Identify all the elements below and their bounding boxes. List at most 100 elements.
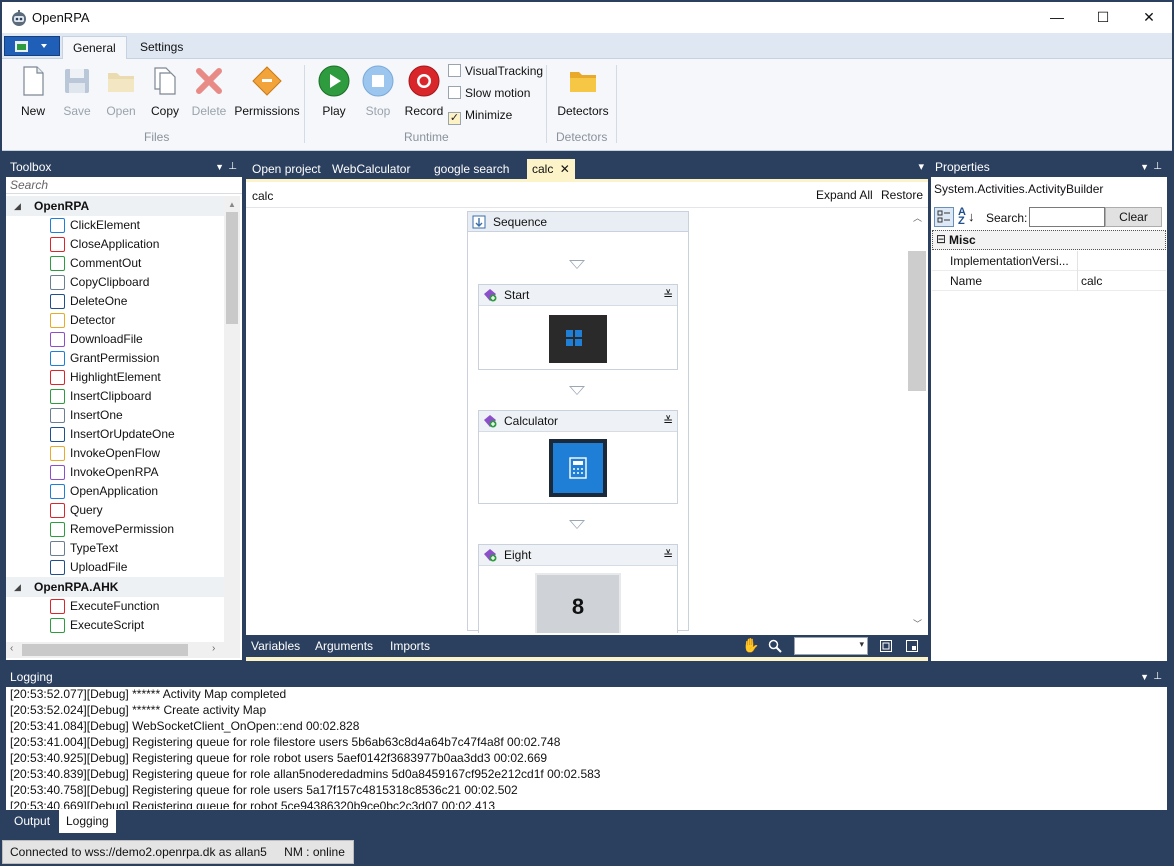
logging-dropdown-icon[interactable]: ▼ <box>1140 667 1149 687</box>
property-row[interactable]: Name calc <box>932 271 1166 291</box>
detectors-button[interactable]: Detectors <box>554 65 612 118</box>
delete-button[interactable]: Delete <box>190 65 228 118</box>
activity-calculator-header[interactable]: Calculator ≚ <box>479 411 677 432</box>
toolbox-group[interactable]: ◢ OpenRPA.AHK <box>6 577 224 597</box>
toolbox-item[interactable]: Detector <box>6 311 224 330</box>
toolbox-hscroll-thumb[interactable] <box>22 644 188 656</box>
toolbox-item[interactable]: UploadFile <box>6 558 224 577</box>
designer-canvas[interactable]: Sequence Start ≚ Calculator ≚ Eight ≚ 8 <box>246 209 908 633</box>
tab-list-dropdown-icon[interactable]: ▾ <box>918 160 924 173</box>
maximize-button[interactable]: ☐ <box>1080 2 1126 33</box>
tab-settings[interactable]: Settings <box>130 36 193 59</box>
expand-triangle-icon[interactable]: ◢ <box>14 196 21 216</box>
property-row[interactable]: ImplementationVersi... <box>932 251 1166 271</box>
activity-eight-header[interactable]: Eight ≚ <box>479 545 677 566</box>
play-button[interactable]: Play <box>316 65 352 118</box>
pan-hand-icon[interactable]: ✋ <box>742 637 759 654</box>
properties-search-input[interactable] <box>1029 207 1105 227</box>
toolbox-item[interactable]: InvokeOpenFlow <box>6 444 224 463</box>
new-button[interactable]: New <box>16 65 50 118</box>
expand-triangle-icon[interactable]: ◢ <box>14 577 21 597</box>
toolbox-dropdown-icon[interactable]: ▼ <box>215 157 224 177</box>
tab-open-project[interactable]: Open project <box>247 159 326 179</box>
toolbox-item[interactable]: GrantPermission <box>6 349 224 368</box>
fit-to-screen-icon[interactable] <box>879 639 893 653</box>
permissions-button[interactable]: Permissions <box>232 65 302 118</box>
activity-calculator[interactable]: Calculator ≚ <box>478 410 678 504</box>
tab-close-icon[interactable]: ✕ <box>560 162 570 176</box>
zoom-magnifier-icon[interactable] <box>768 639 782 653</box>
overview-map-icon[interactable] <box>905 639 919 653</box>
collapse-chevron-icon[interactable]: ≚ <box>663 545 673 566</box>
toolbox-item[interactable]: CloseApplication <box>6 235 224 254</box>
toolbox-item[interactable]: InsertClipboard <box>6 387 224 406</box>
tab-general[interactable]: General <box>62 36 127 59</box>
scroll-down-icon[interactable]: ﹀ <box>913 617 922 630</box>
expand-all-link[interactable]: Expand All <box>816 188 873 202</box>
tab-output[interactable]: Output <box>7 810 57 833</box>
toolbox-item[interactable]: CommentOut <box>6 254 224 273</box>
toolbox-group[interactable]: ◢ OpenRPA <box>6 196 224 216</box>
toolbox-item[interactable]: TypeText <box>6 539 224 558</box>
drop-arrow-icon[interactable] <box>569 520 585 529</box>
stop-button[interactable]: Stop <box>360 65 396 118</box>
properties-clear-button[interactable]: Clear <box>1105 207 1162 227</box>
visualtracking-checkbox[interactable]: VisualTracking <box>448 64 543 78</box>
slow-motion-check-box[interactable] <box>448 86 461 99</box>
toolbox-item[interactable]: InsertOrUpdateOne <box>6 425 224 444</box>
scroll-right-icon[interactable]: › <box>212 643 215 654</box>
tab-google-search[interactable]: google search <box>429 159 514 179</box>
imports-tab[interactable]: Imports <box>390 639 430 653</box>
tab-logging[interactable]: Logging <box>59 810 116 833</box>
scroll-up-icon[interactable]: ︿ <box>913 211 922 224</box>
collapse-chevron-icon[interactable]: ≚ <box>663 285 673 306</box>
toolbox-vertical-scrollbar[interactable]: ▲ <box>224 196 240 642</box>
collapse-chevron-icon[interactable]: ≚ <box>663 411 673 432</box>
breadcrumb[interactable]: calc <box>252 189 273 203</box>
toolbox-item[interactable]: ClickElement <box>6 216 224 235</box>
record-button[interactable]: Record <box>402 65 446 118</box>
property-value[interactable]: calc <box>1081 274 1102 288</box>
toolbox-pin-icon[interactable]: ⊥ <box>228 157 237 177</box>
toolbox-item[interactable]: InsertOne <box>6 406 224 425</box>
toolbox-item[interactable]: DownloadFile <box>6 330 224 349</box>
slow-motion-checkbox[interactable]: Slow motion <box>448 86 530 100</box>
categorized-view-button[interactable] <box>934 207 954 227</box>
toolbox-item[interactable]: CopyClipboard <box>6 273 224 292</box>
toolbox-scroll-thumb[interactable] <box>226 212 238 324</box>
alphabetical-view-button[interactable]: AZ ↓ <box>956 207 976 227</box>
close-button[interactable]: ✕ <box>1126 2 1172 33</box>
tab-calc[interactable]: calc ✕ <box>527 159 575 179</box>
toolbox-item[interactable]: ExecuteFunction <box>6 597 224 616</box>
scroll-up-icon[interactable]: ▲ <box>228 200 236 209</box>
toolbox-item[interactable]: Query <box>6 501 224 520</box>
designer-vertical-scrollbar[interactable]: ︿ ﹀ <box>908 209 926 633</box>
scroll-left-icon[interactable]: ‹ <box>10 643 13 654</box>
toolbox-item[interactable]: DeleteOne <box>6 292 224 311</box>
properties-category-misc[interactable]: ⊟ Misc <box>932 230 1166 250</box>
logging-pin-icon[interactable]: ⊥ <box>1153 667 1162 687</box>
toolbox-item[interactable]: InvokeOpenRPA <box>6 463 224 482</box>
designer-scroll-thumb[interactable] <box>908 251 926 391</box>
sequence-activity[interactable]: Sequence Start ≚ Calculator ≚ Eight ≚ 8 <box>467 211 689 633</box>
zoom-level-dropdown[interactable]: ▾ <box>794 637 868 655</box>
log-output[interactable]: [20:53:52.077][Debug] ****** Activity Ma… <box>6 686 1167 809</box>
copy-button[interactable]: Copy <box>148 65 182 118</box>
activity-start[interactable]: Start ≚ <box>478 284 678 370</box>
variables-tab[interactable]: Variables <box>251 639 300 653</box>
drop-arrow-icon[interactable] <box>569 260 585 269</box>
chevron-down-icon[interactable]: ▾ <box>859 639 864 650</box>
toolbox-horizontal-scrollbar[interactable]: ‹ › <box>6 642 240 658</box>
activity-eight[interactable]: Eight ≚ 8 <box>478 544 678 633</box>
minimize-button[interactable]: — <box>1034 2 1080 33</box>
application-menu-button[interactable] <box>4 36 60 56</box>
drop-arrow-icon[interactable] <box>569 386 585 395</box>
toolbox-search-input[interactable]: Search <box>6 177 242 194</box>
toolbox-item[interactable]: RemovePermission <box>6 520 224 539</box>
sequence-header[interactable]: Sequence <box>468 212 688 232</box>
properties-dropdown-icon[interactable]: ▼ <box>1140 157 1149 177</box>
toolbox-item[interactable]: HighlightElement <box>6 368 224 387</box>
save-button[interactable]: Save <box>60 65 94 118</box>
toolbox-item[interactable]: OpenApplication <box>6 482 224 501</box>
activity-start-header[interactable]: Start ≚ <box>479 285 677 306</box>
